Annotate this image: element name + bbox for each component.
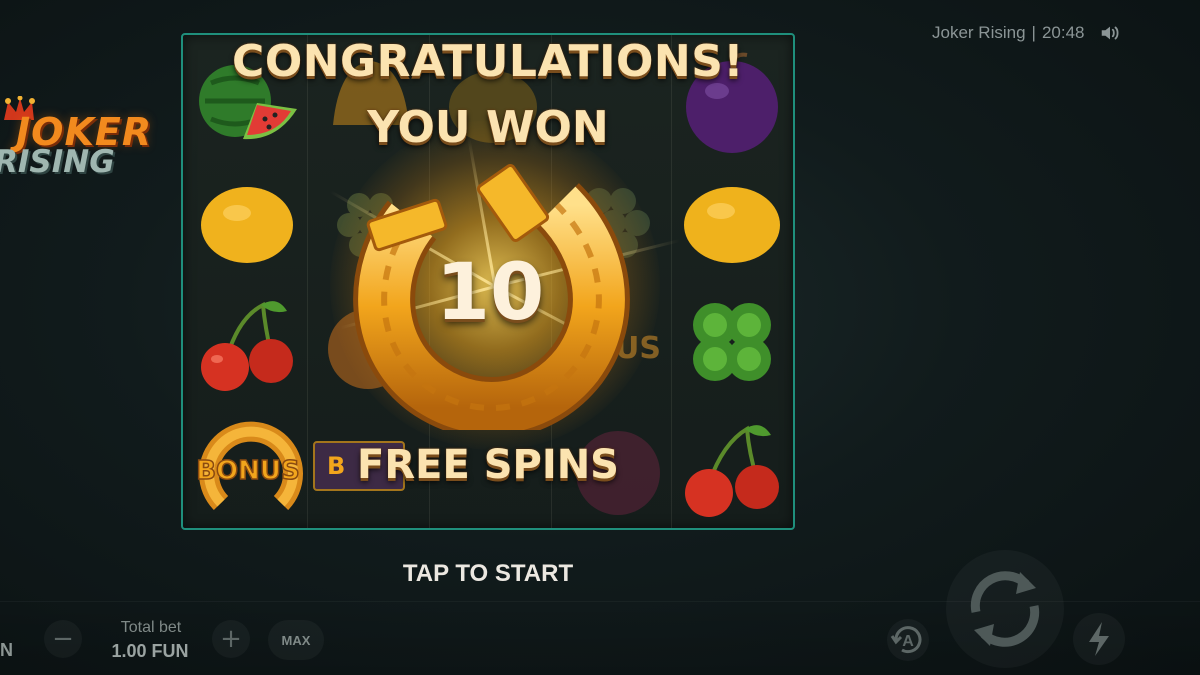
clock-time: 20:48 [1041, 23, 1085, 42]
total-bet-value: 1.00 FUN [111, 641, 189, 661]
cherry-symbol [201, 301, 293, 391]
lemon-symbol-right [684, 187, 780, 263]
decrease-bet-button[interactable]: − [44, 620, 82, 658]
free-spins-label: FREE SPINS [357, 442, 619, 488]
lightning-icon[interactable] [1072, 612, 1126, 666]
increase-bet-button[interactable]: + [212, 620, 250, 658]
balance-label-fragment: N [0, 640, 13, 660]
max-bet-button[interactable]: MAX [268, 620, 324, 660]
clover-symbol [693, 303, 771, 381]
autoplay-icon[interactable]: A [886, 618, 930, 662]
you-won-heading: YOU WON [367, 102, 609, 153]
free-spins-count: 10 [435, 248, 545, 338]
status-separator: | [1031, 23, 1036, 42]
speaker-icon[interactable] [1099, 22, 1121, 44]
autoplay-label: A [902, 633, 914, 650]
tap-to-start-button[interactable]: TAP TO START [340, 560, 636, 588]
lemon-symbol [201, 187, 293, 263]
congratulations-heading: CONGRATULATIONS! [232, 36, 744, 87]
total-bet-label: Total bet [120, 619, 182, 636]
spin-arrows-icon[interactable] [956, 560, 1054, 658]
